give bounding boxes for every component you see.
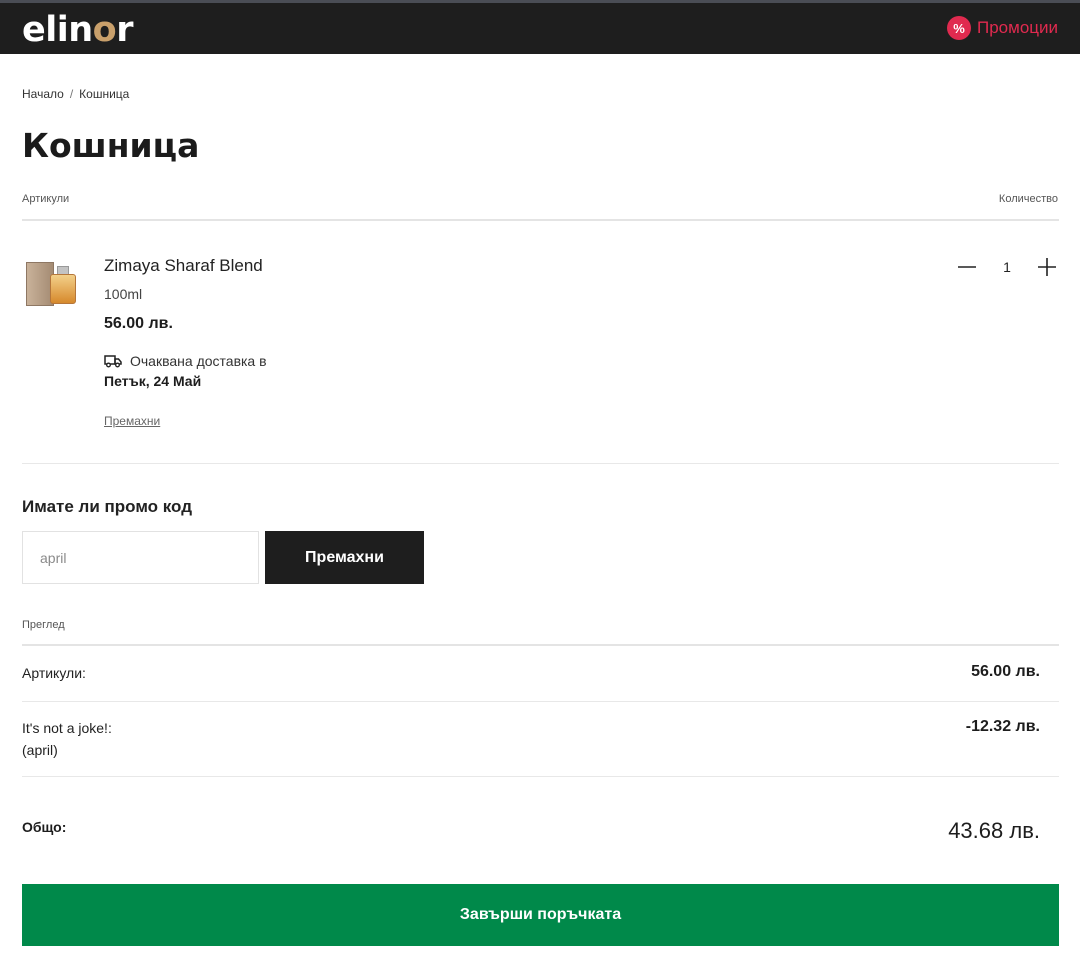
divider [22,219,1059,221]
top-header: elinor % Промоции [0,0,1080,54]
logo-text-prefix: elin [22,10,93,50]
page-title: Кошница [22,126,200,165]
bottle-image [50,274,76,304]
increase-quantity-button[interactable] [1036,255,1058,279]
elinor-logo[interactable]: elinor [22,10,133,50]
product-size: 100ml [104,286,143,302]
breadcrumb-separator: / [69,87,74,101]
delivery-date: Петък, 24 Май [104,373,202,389]
discount-value: -12.32 лв. [965,718,1040,735]
minus-icon [958,266,976,268]
delivery-truck-icon [104,355,122,368]
discount-code-label: (april) [22,742,58,758]
column-header-items: Артикули [22,193,70,205]
delivery-label: Очаквана доставка в [130,353,267,369]
promo-code-title: Имате ли промо код [22,497,193,516]
delivery-estimate: Очаквана доставка в [104,353,267,369]
total-value: 43.68 лв. [948,818,1040,843]
remove-item-link[interactable]: Премахни [104,414,160,428]
remove-promo-button[interactable]: Премахни [265,531,424,584]
decrease-quantity-button[interactable] [956,255,978,279]
percent-icon: % [947,16,971,40]
logo-text-suffix: r [116,10,133,50]
discount-label: It's not a joke!: [22,720,112,736]
summary-items-value: 56.00 лв. [971,663,1040,680]
total-label: Общо: [22,819,67,835]
promo-code-input[interactable] [22,531,259,584]
summary-items-label: Артикули: [22,665,86,681]
summary-heading: Преглед [22,619,65,631]
product-thumbnail[interactable] [24,256,80,312]
column-header-quantity: Количество [998,193,1058,205]
breadcrumb-home[interactable]: Начало [22,87,64,101]
plus-icon [1038,258,1056,276]
promotions-label: Промоции [977,18,1058,37]
breadcrumb: Начало / Кошница [22,87,129,101]
divider [22,776,1059,777]
product-name[interactable]: Zimaya Sharaf Blend [104,256,263,276]
product-price: 56.00 лв. [104,315,173,332]
checkout-button[interactable]: Завърши поръчката [22,884,1059,946]
breadcrumb-current: Кошница [79,87,130,101]
divider [22,644,1059,646]
promotions-link[interactable]: % Промоции [947,16,1058,40]
divider [22,463,1059,464]
logo-text-accent: o [92,10,117,50]
divider [22,701,1059,702]
quantity-stepper: 1 [956,255,1058,279]
quantity-value[interactable]: 1 [988,259,1026,275]
